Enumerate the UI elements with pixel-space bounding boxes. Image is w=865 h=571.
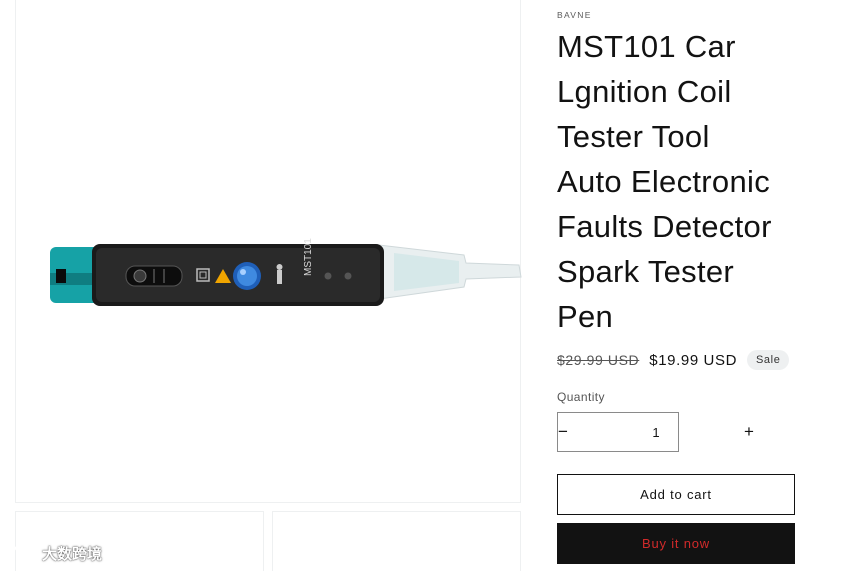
device-label: MST101 (303, 238, 314, 276)
title-line: Spark Tester (557, 254, 735, 289)
vendor-name: BAVNE (557, 10, 592, 20)
product-title: MST101 Car Lgnition Coil Tester Tool Aut… (557, 24, 857, 339)
quantity-input[interactable] (567, 413, 744, 451)
quantity-increase-button[interactable]: + (744, 413, 754, 451)
quantity-stepper: − + (557, 412, 754, 452)
add-to-cart-button[interactable]: Add to cart (557, 474, 795, 515)
sale-badge: Sale (747, 350, 790, 370)
title-line: Auto Electronic (557, 164, 770, 199)
title-line: Faults Detector (557, 209, 772, 244)
product-thumbnail-2[interactable] (272, 511, 521, 571)
title-line: Pen (557, 299, 614, 334)
price-row: $29.99 USD $19.99 USD Sale (557, 348, 790, 372)
watermark: 大数跨境 (8, 541, 102, 565)
sale-price: $19.99 USD (649, 351, 737, 369)
watermark-logo-icon (9, 544, 36, 561)
compare-at-price: $29.99 USD (557, 352, 640, 368)
buy-now-button[interactable]: Buy it now (557, 523, 795, 564)
quantity-decrease-button[interactable]: − (558, 413, 568, 451)
watermark-text: 大数跨境 (42, 545, 103, 563)
product-main-image[interactable]: MST101 (15, 0, 522, 503)
title-line: MST101 Car (557, 29, 736, 64)
tester-pen-image: MST101 (50, 238, 522, 306)
title-line: Tester Tool (557, 119, 710, 154)
quantity-label: Quantity (557, 390, 605, 404)
title-line: Lgnition Coil (557, 74, 732, 109)
